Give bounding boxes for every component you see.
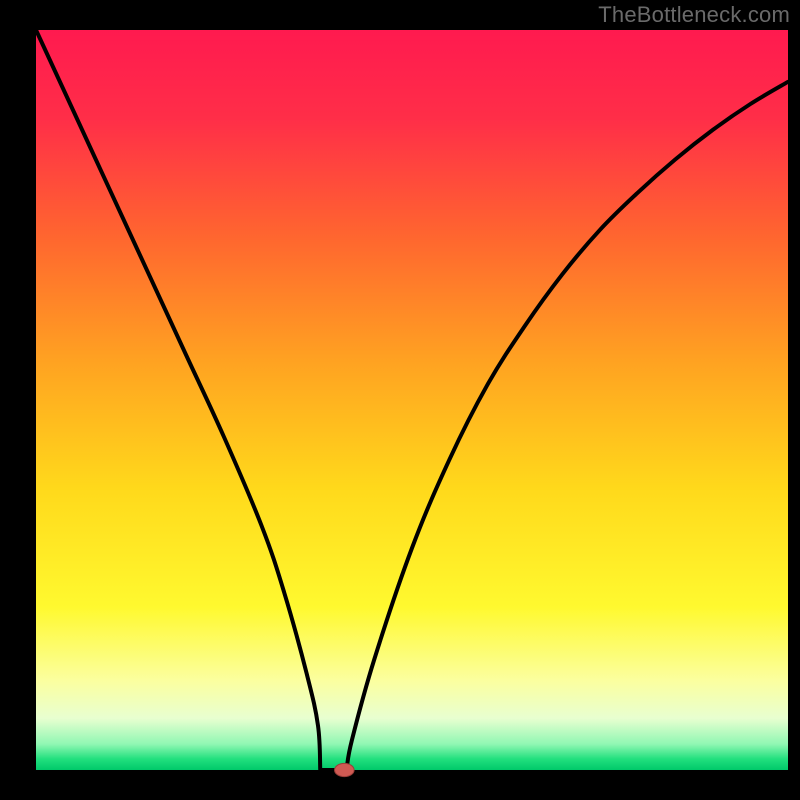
optimal-point-marker [335, 763, 355, 776]
plot-background [36, 30, 788, 770]
watermark-text: TheBottleneck.com [598, 2, 790, 28]
bottleneck-curve-chart [0, 0, 800, 800]
chart-frame: TheBottleneck.com [0, 0, 800, 800]
